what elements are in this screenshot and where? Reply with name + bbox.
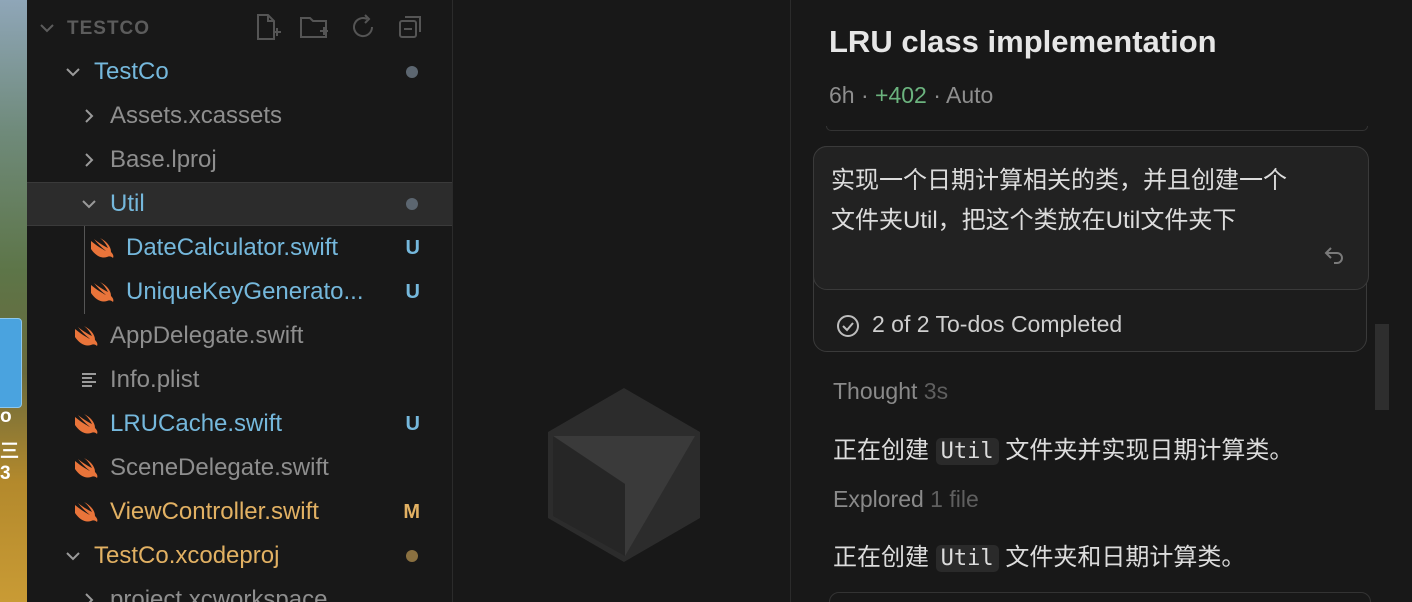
user-message-text: 实现一个日期计算相关的类，并且创建一个文件夹Util，把这个类放在Util文件夹… — [831, 167, 1287, 234]
thought-label: Thought — [833, 378, 918, 404]
desktop-wallpaper: o 三 3 — [0, 0, 27, 602]
scrollbar-thumb[interactable] — [1375, 324, 1389, 410]
swift-file-icon — [75, 414, 98, 434]
desktop-folder-icon[interactable] — [0, 318, 22, 408]
chevron-right-icon[interactable] — [79, 590, 99, 602]
tree-item-util[interactable]: Util — [27, 182, 452, 226]
tree-item-label: Util — [110, 190, 145, 217]
tree-item-assets[interactable]: Assets.xcassets — [27, 94, 452, 138]
tree-item-xcodeproj[interactable]: TestCo.xcodeproj — [27, 534, 452, 578]
tree-item-base-lproj[interactable]: Base.lproj — [27, 138, 452, 182]
modified-dot — [406, 550, 418, 562]
chevron-right-icon[interactable] — [79, 150, 99, 170]
chat-meta: 6h · +402 · Auto — [829, 82, 993, 109]
modified-dot — [406, 66, 418, 78]
chat-title: LRU class implementation — [829, 24, 1217, 59]
git-status-badge: M — [403, 501, 420, 523]
list-file-icon — [82, 373, 96, 387]
git-status-badge: U — [405, 237, 420, 259]
git-status-badge: U — [405, 413, 420, 435]
swift-file-icon — [91, 238, 114, 258]
tree-item-uniquekeygenerator[interactable]: UniqueKeyGenerato... U — [27, 270, 452, 314]
new-file-icon[interactable] — [251, 12, 281, 42]
meta-separator: · — [860, 82, 869, 108]
tree-item-label: DateCalculator.swift — [126, 234, 339, 261]
tree-item-label: UniqueKeyGenerato... — [126, 278, 364, 305]
tree-item-label: Info.plist — [110, 366, 200, 393]
line-text: 正在创建 — [833, 437, 929, 464]
line-text: 正在创建 — [833, 544, 929, 571]
tree-item-viewcontroller[interactable]: ViewController.swift M — [27, 490, 452, 534]
chevron-right-icon[interactable] — [79, 106, 99, 126]
explored-status[interactable]: Explored 1 file — [833, 486, 979, 513]
user-message[interactable]: 实现一个日期计算相关的类，并且创建一个文件夹Util，把这个类放在Util文件夹… — [813, 146, 1369, 290]
tree-item-label: Base.lproj — [110, 146, 217, 173]
tree-item-label: TestCo — [94, 58, 169, 85]
git-status-badge: U — [405, 281, 420, 303]
explored-label: Explored — [833, 486, 924, 512]
additions-count: +402 — [875, 82, 927, 108]
divider — [826, 126, 1368, 131]
inline-code: Util — [935, 438, 999, 465]
desktop-label-b: 三 3 — [0, 441, 20, 484]
tree-item-label: TestCo.xcodeproj — [94, 542, 280, 569]
tree-item-info-plist[interactable]: Info.plist — [27, 358, 452, 402]
inline-code: Util — [935, 545, 999, 572]
line-text: 文件夹并实现日期计算类。 — [1005, 437, 1294, 464]
chat-panel: LRU class implementation 6h · +402 · Aut… — [791, 0, 1412, 602]
chevron-down-icon[interactable] — [63, 62, 83, 82]
chevron-down-icon[interactable] — [63, 546, 83, 566]
next-card-edge — [829, 592, 1371, 602]
thought-time: 3s — [923, 378, 949, 404]
file-explorer: TESTCO TestCo Assets.xcassets Base.lproj… — [27, 0, 453, 602]
tree-item-label: AppDelegate.swift — [110, 322, 304, 349]
desktop-label-a: o — [0, 406, 12, 427]
tree-item-label: LRUCache.swift — [110, 410, 283, 437]
chevron-down-icon[interactable] — [37, 18, 57, 38]
modified-dot — [406, 198, 418, 210]
revert-icon[interactable] — [1322, 243, 1346, 267]
tree-item-testco[interactable]: TestCo — [27, 50, 452, 94]
tree-item-appdelegate[interactable]: AppDelegate.swift — [27, 314, 452, 358]
user-message-card: 实现一个日期计算相关的类，并且创建一个文件夹Util，把这个类放在Util文件夹… — [813, 146, 1369, 352]
swift-file-icon — [75, 326, 98, 346]
tree-item-lrucache[interactable]: LRUCache.swift U — [27, 402, 452, 446]
todos-text: 2 of 2 To-dos Completed — [872, 311, 1123, 337]
tree-item-label: ViewController.swift — [110, 498, 319, 525]
explorer-header: TESTCO — [27, 6, 452, 50]
tree-item-label: SceneDelegate.swift — [110, 454, 329, 481]
collapse-all-icon[interactable] — [396, 12, 426, 42]
mode-label[interactable]: · Auto — [933, 82, 993, 108]
line-text: 文件夹和日期计算类。 — [1005, 544, 1246, 571]
tree-item-scenedelegate[interactable]: SceneDelegate.swift — [27, 446, 452, 490]
assistant-line-1: 正在创建 Util 文件夹并实现日期计算类。 — [833, 430, 1293, 465]
explored-count: 1 file — [930, 486, 979, 512]
editor-empty-area — [453, 0, 791, 602]
swift-file-icon — [75, 458, 98, 478]
tree-item-datecalculator[interactable]: DateCalculator.swift U — [27, 226, 452, 270]
todos-summary[interactable]: 2 of 2 To-dos Completed — [836, 311, 1122, 338]
chat-time: 6h — [829, 82, 855, 108]
new-folder-icon[interactable] — [299, 12, 329, 42]
explorer-section-title[interactable]: TESTCO — [67, 18, 150, 40]
swift-file-icon — [75, 502, 98, 522]
thought-status[interactable]: Thought 3s — [833, 378, 948, 405]
tree-item-label: project.xcworkspace — [110, 586, 328, 602]
chevron-down-icon[interactable] — [79, 194, 99, 214]
check-circle-icon — [837, 314, 859, 337]
refresh-icon[interactable] — [348, 12, 378, 42]
tree-item-label: Assets.xcassets — [110, 102, 283, 129]
tree-item-xcworkspace[interactable]: project.xcworkspace — [27, 578, 452, 602]
swift-file-icon — [91, 282, 114, 302]
cursor-logo-icon — [548, 388, 700, 562]
assistant-line-2: 正在创建 Util 文件夹和日期计算类。 — [833, 537, 1245, 572]
